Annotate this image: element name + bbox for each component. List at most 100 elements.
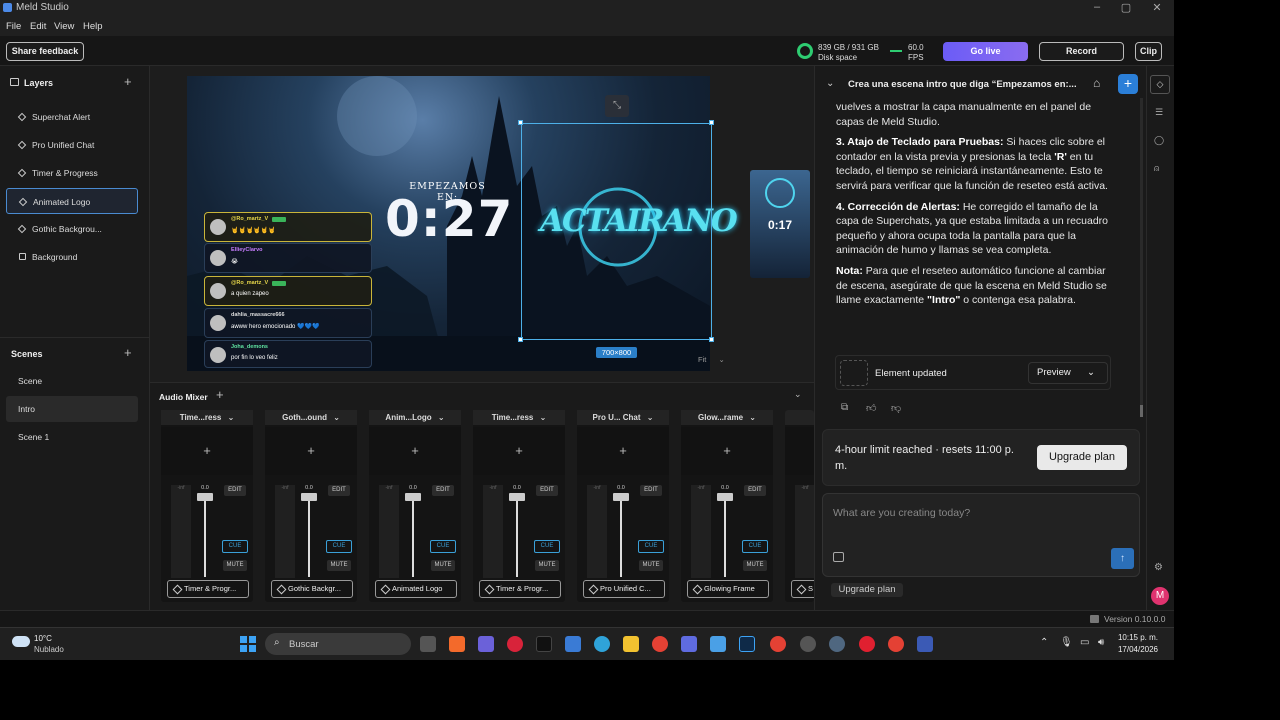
add-filter-button[interactable]: +	[161, 427, 253, 475]
strip-header-dropdown[interactable]: Time...ress ⌄	[161, 410, 253, 425]
collapse-chevron-icon[interactable]: ⌄	[826, 78, 834, 89]
task-view-icon[interactable]	[420, 636, 436, 652]
brave-browser-icon[interactable]	[449, 636, 465, 652]
fit-dropdown[interactable]: Fit ⌄	[698, 353, 734, 367]
mute-button[interactable]: MUTE	[639, 560, 663, 571]
menu-view[interactable]: View	[54, 21, 74, 32]
minimize-button[interactable]: –	[1085, 1, 1109, 13]
properties-diamond-icon[interactable]: ◇	[1150, 75, 1170, 94]
settings-app-icon[interactable]	[829, 636, 845, 652]
upgrade-plan-link[interactable]: Upgrade plan	[831, 583, 903, 597]
scene-item-selected[interactable]: Intro	[6, 396, 138, 422]
chat-bubble-icon[interactable]: ◯	[1154, 135, 1164, 146]
volume-slider-handle[interactable]	[717, 493, 733, 501]
photos-icon[interactable]	[710, 636, 726, 652]
network-icon[interactable]: ▭	[1080, 637, 1089, 648]
volume-slider-handle[interactable]	[613, 493, 629, 501]
cue-button[interactable]: CUE	[742, 540, 768, 553]
edit-button[interactable]: EDIT	[432, 485, 454, 496]
cue-button[interactable]: CUE	[326, 540, 352, 553]
volume-slider-track[interactable]	[516, 493, 518, 577]
teams-icon[interactable]	[478, 636, 494, 652]
volume-slider-handle[interactable]	[405, 493, 421, 501]
scrollbar[interactable]	[1140, 98, 1143, 416]
cursor-tool-icon[interactable]: ⤡	[605, 95, 629, 117]
home-icon[interactable]: ⌂	[1093, 76, 1100, 90]
strip-header-dropdown[interactable]: Glow...rame ⌄	[681, 410, 773, 425]
volume-slider-track[interactable]	[308, 493, 310, 577]
mute-button[interactable]: MUTE	[535, 560, 559, 571]
resize-handle[interactable]	[709, 337, 714, 342]
strip-header-dropdown[interactable]: Time...ress ⌄	[473, 410, 565, 425]
new-chat-button[interactable]: +	[1118, 74, 1138, 94]
edit-button[interactable]: EDIT	[224, 485, 246, 496]
cue-button[interactable]: CUE	[430, 540, 456, 553]
chrome-profile-icon[interactable]	[770, 636, 786, 652]
scene-item[interactable]: Scene	[6, 368, 138, 394]
windows-start-icon[interactable]	[240, 636, 256, 652]
source-selector[interactable]: Timer & Progr...	[167, 580, 249, 598]
weather-condition[interactable]: Nublado	[34, 645, 64, 654]
scrollbar-thumb[interactable]	[1140, 405, 1143, 417]
add-filter-button[interactable]: +	[369, 427, 461, 475]
volume-slider-handle[interactable]	[197, 493, 213, 501]
gear-icon[interactable]: ⚙	[1154, 562, 1163, 573]
recorder-icon[interactable]	[859, 636, 875, 652]
collapse-chevron-icon[interactable]: ⌄	[794, 389, 802, 400]
volume-slider-handle[interactable]	[509, 493, 525, 501]
strip-header-dropdown[interactable]: S ⌄	[785, 410, 814, 425]
add-layer-icon[interactable]: +	[124, 74, 132, 89]
photoshop-icon[interactable]	[739, 636, 755, 652]
layer-item-selected[interactable]: Animated Logo	[6, 188, 138, 214]
add-filter-button[interactable]: +	[785, 427, 814, 475]
cue-button[interactable]: CUE	[222, 540, 248, 553]
obs-icon[interactable]	[800, 636, 816, 652]
source-selector[interactable]: Pro Unified C...	[583, 580, 665, 598]
clip-button[interactable]: Clip	[1135, 42, 1162, 61]
chrome-alt-icon[interactable]	[888, 636, 904, 652]
conversation-title[interactable]: Crea una escena intro que diga “Empezamo…	[848, 79, 1080, 90]
tray-chevron-icon[interactable]: ⌃	[1040, 637, 1048, 648]
copy-icon[interactable]: ⧉	[841, 402, 848, 413]
strip-header-dropdown[interactable]: Goth...ound ⌄	[265, 410, 357, 425]
source-selector[interactable]: Animated Logo	[375, 580, 457, 598]
resize-handle[interactable]	[518, 337, 523, 342]
add-filter-button[interactable]: +	[265, 427, 357, 475]
weather-temp[interactable]: 10°C	[34, 634, 52, 643]
cue-button[interactable]: CUE	[534, 540, 560, 553]
add-audio-icon[interactable]: +	[216, 387, 224, 402]
source-selector[interactable]: S	[791, 580, 814, 598]
prompt-input-box[interactable]: What are you creating today? ↑	[822, 493, 1140, 577]
countdown-timer[interactable]: 0:27	[385, 190, 512, 248]
source-selector[interactable]: Glowing Frame	[687, 580, 769, 598]
resize-handle[interactable]	[518, 120, 523, 125]
add-scene-icon[interactable]: +	[124, 345, 132, 360]
source-selector[interactable]: Gothic Backgr...	[271, 580, 353, 598]
audio-icon[interactable]: ⍝	[1154, 163, 1159, 174]
scene-item[interactable]: Scene 1	[6, 424, 138, 450]
record-button[interactable]: Record	[1039, 42, 1124, 61]
strip-header-dropdown[interactable]: Anim...Logo ⌄	[369, 410, 461, 425]
volume-slider-track[interactable]	[204, 493, 206, 577]
edit-button[interactable]: EDIT	[328, 485, 350, 496]
image-attach-icon[interactable]	[833, 552, 844, 562]
layer-item[interactable]: Background	[6, 244, 138, 270]
mute-button[interactable]: MUTE	[743, 560, 767, 571]
menu-edit[interactable]: Edit	[30, 21, 46, 32]
add-filter-button[interactable]: +	[577, 427, 669, 475]
upgrade-plan-button[interactable]: Upgrade plan	[1037, 445, 1127, 470]
layer-item[interactable]: Gothic Backgrou...	[6, 216, 138, 242]
mute-button[interactable]: MUTE	[223, 560, 247, 571]
tiktok-icon[interactable]	[536, 636, 552, 652]
user-avatar[interactable]: M	[1151, 587, 1169, 605]
thumbs-up-icon[interactable]: 👍︎	[866, 402, 876, 414]
store-icon[interactable]	[565, 636, 581, 652]
mute-button[interactable]: MUTE	[431, 560, 455, 571]
volume-icon[interactable]: 🔊︎	[1098, 637, 1104, 648]
cue-button[interactable]: CUE	[638, 540, 664, 553]
clock-date[interactable]: 17/04/2026	[1113, 645, 1163, 654]
edit-button[interactable]: EDIT	[640, 485, 662, 496]
edge-icon[interactable]	[594, 636, 610, 652]
microphone-icon[interactable]: 🎙︎	[1060, 637, 1073, 648]
strip-header-dropdown[interactable]: Pro U... Chat ⌄	[577, 410, 669, 425]
